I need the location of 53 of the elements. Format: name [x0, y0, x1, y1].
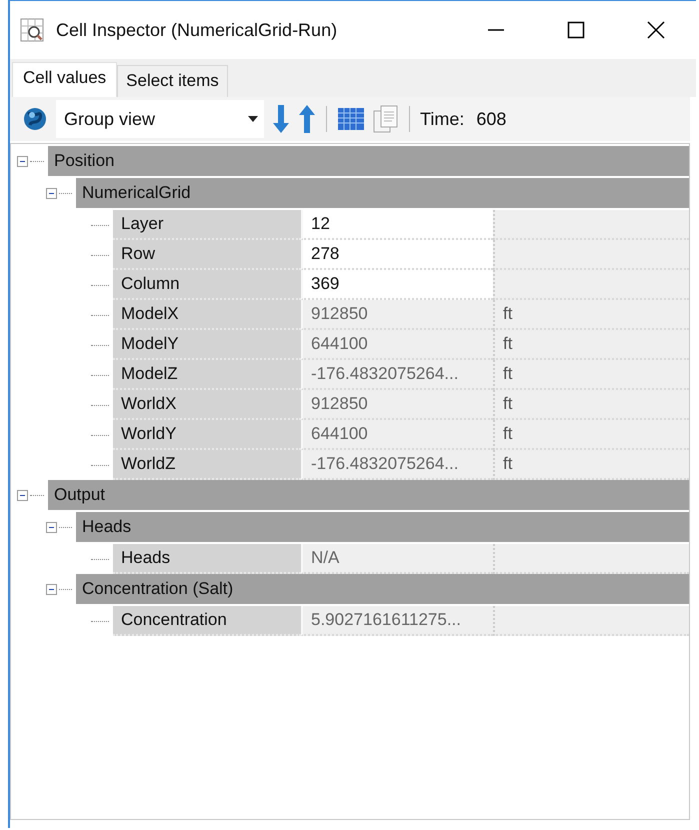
property-value: -176.4832075264... [301, 360, 493, 390]
collapse-icon[interactable] [46, 188, 57, 198]
property-value[interactable]: 369 [301, 270, 493, 300]
property-name: Heads [113, 544, 301, 574]
unit-cell: ft [493, 300, 689, 330]
property-name: WorldZ [113, 450, 301, 480]
property-value: -176.4832075264... [301, 450, 493, 480]
close-icon [646, 20, 666, 40]
unit-cell: ft [493, 420, 689, 450]
tab[interactable]: Cell values [12, 62, 118, 97]
collapse-icon[interactable] [17, 490, 28, 500]
group-header[interactable]: Heads [76, 512, 689, 542]
property-name: ModelX [113, 300, 301, 330]
maximize-icon [566, 20, 586, 40]
property-name: WorldX [113, 390, 301, 420]
property-name: ModelZ [113, 360, 301, 390]
collapse-icon[interactable] [46, 522, 57, 532]
property-name: Row [113, 240, 301, 270]
property-name: Concentration [113, 606, 301, 636]
grid-magnifier-icon [20, 18, 44, 42]
property-value: 5.9027161611275... [301, 606, 493, 636]
property-name: ModelY [113, 330, 301, 360]
group-header[interactable]: Position [48, 146, 689, 176]
property-name: Layer [113, 210, 301, 240]
property-value: 644100 [301, 420, 493, 450]
property-name: WorldY [113, 420, 301, 450]
group-header[interactable]: Concentration (Salt) [76, 574, 689, 604]
up-arrow-icon[interactable] [298, 104, 316, 134]
property-value[interactable]: 278 [301, 240, 493, 270]
minimize-icon [488, 29, 504, 31]
property-value: N/A [301, 544, 493, 574]
window-title: Cell Inspector (NumericalGrid-Run) [56, 20, 338, 40]
caret-icon [248, 116, 258, 122]
down-arrow-icon[interactable] [272, 104, 290, 134]
unit-cell: ft [493, 360, 689, 390]
time-label: Time: [420, 108, 464, 130]
property-name: Column [113, 270, 301, 300]
property-value: 912850 [301, 390, 493, 420]
unit-cell: ft [493, 330, 689, 360]
tab[interactable]: Select items [117, 65, 228, 97]
group-header[interactable]: NumericalGrid [76, 178, 689, 208]
group-header[interactable]: Output [48, 480, 689, 510]
property-value[interactable]: 12 [301, 210, 493, 240]
collapse-icon[interactable] [17, 156, 28, 166]
globe-icon[interactable] [22, 106, 48, 132]
table-icon[interactable] [337, 107, 365, 131]
collapse-icon[interactable] [46, 584, 57, 594]
unit-cell: ft [493, 450, 689, 480]
unit-cell: ft [493, 390, 689, 420]
time-value: 608 [476, 108, 506, 130]
view-dropdown[interactable]: Group view [56, 100, 264, 138]
property-value: 644100 [301, 330, 493, 360]
property-value: 912850 [301, 300, 493, 330]
